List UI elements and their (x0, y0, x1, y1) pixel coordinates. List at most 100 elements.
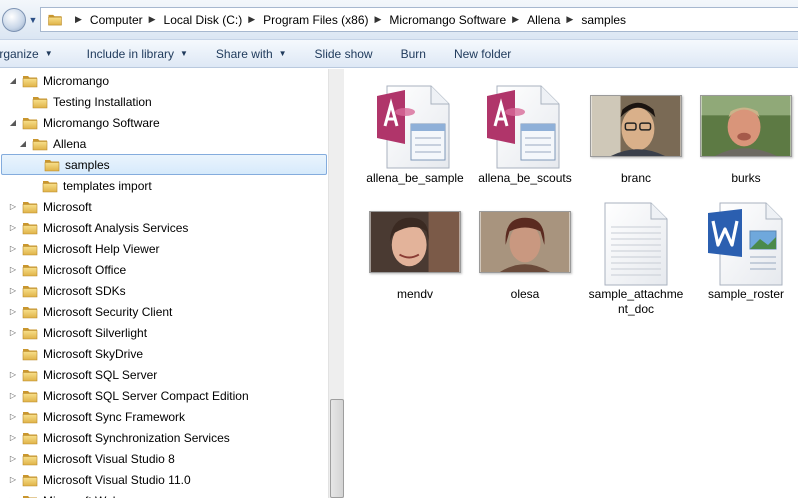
collapsed-arrow-icon[interactable]: ▷ (8, 328, 18, 337)
tree-item[interactable]: Testing Installation (0, 91, 328, 112)
tree-item-label: Micromango Software (43, 115, 160, 130)
collapsed-arrow-icon[interactable]: ▷ (8, 370, 18, 379)
collapsed-arrow-icon[interactable]: ▷ (8, 475, 18, 484)
file-item[interactable]: branc (581, 81, 691, 186)
tree-item[interactable]: ◢ Micromango Software (0, 112, 328, 133)
photo-thumbnail (479, 211, 571, 273)
tree-item[interactable]: ▷ Microsoft Office (0, 259, 328, 280)
recent-pages-dropdown-icon[interactable]: ▼ (27, 12, 39, 28)
address-bar[interactable]: ▶ Computer ▶ Local Disk (C:) ▶ Program F… (40, 7, 798, 32)
photo-thumbnail (700, 95, 792, 157)
folder-icon (22, 431, 38, 445)
access-database-icon (377, 85, 450, 169)
chevron-right-icon[interactable]: ▶ (512, 14, 519, 25)
file-item[interactable]: olesa (470, 197, 580, 302)
caret-down-icon: ▼ (180, 49, 188, 58)
breadcrumb-samples[interactable]: samples (581, 13, 626, 27)
file-name: allena_be_scouts (478, 171, 572, 185)
tree-item[interactable]: ▷ Microsoft Analysis Services (0, 217, 328, 238)
tree-item[interactable]: ▷ Microsoft SDKs (0, 280, 328, 301)
folder-icon (44, 158, 60, 172)
file-item[interactable]: sample_attachment_doc (581, 197, 691, 317)
file-item[interactable]: sample_roster (691, 197, 798, 302)
tree-item[interactable]: templates import (0, 175, 328, 196)
chevron-right-icon[interactable]: ▶ (375, 14, 382, 25)
tree-item[interactable]: ▷ Microsoft Visual Studio 11.0 (0, 469, 328, 490)
expanded-arrow-icon[interactable]: ◢ (8, 76, 18, 85)
collapsed-arrow-icon[interactable]: ▷ (8, 433, 18, 442)
tree-item[interactable]: ▷ Microsoft SQL Server Compact Edition (0, 385, 328, 406)
folder-icon (22, 494, 38, 498)
chevron-right-icon[interactable]: ▶ (566, 14, 573, 25)
tree-item[interactable]: ▷ Microsoft Help Viewer (0, 238, 328, 259)
collapsed-arrow-icon[interactable]: ▷ (8, 391, 18, 400)
collapsed-arrow-icon[interactable]: ▷ (8, 223, 18, 232)
burn-button[interactable]: Burn (387, 40, 440, 68)
tree-item[interactable]: samples (1, 154, 327, 175)
tree-item-label: Testing Installation (53, 94, 152, 109)
folder-icon (22, 473, 38, 487)
tree-item-label: Microsoft Help Viewer (43, 241, 160, 256)
file-name: burks (731, 171, 761, 185)
file-item[interactable]: burks (691, 81, 798, 186)
file-item[interactable]: allena_be_scouts (470, 81, 580, 186)
file-name: allena_be_sample (366, 171, 464, 185)
collapsed-arrow-icon[interactable]: ▷ (8, 202, 18, 211)
breadcrumb-program-files[interactable]: Program Files (x86) (263, 13, 368, 27)
slide-show-button[interactable]: Slide show (301, 40, 387, 68)
tree-item-label: Microsoft Sync Framework (43, 409, 186, 424)
expanded-arrow-icon[interactable]: ◢ (8, 118, 18, 127)
folder-icon (42, 179, 58, 193)
tree-item-label: samples (65, 157, 110, 172)
collapsed-arrow-icon[interactable]: ▷ (8, 454, 18, 463)
navigation-scrollbar[interactable] (328, 69, 344, 498)
tree-item[interactable]: Microsoft SkyDrive (0, 343, 328, 364)
tree-item[interactable]: ◢ Allena (0, 133, 328, 154)
folder-icon (22, 284, 38, 298)
new-folder-button[interactable]: New folder (440, 40, 525, 68)
tree-item-label: Microsoft Visual Studio 8 (43, 451, 175, 466)
organize-button[interactable]: Organize ▼ (0, 40, 67, 68)
tree-item[interactable]: ▷Microsoft Web (0, 490, 328, 498)
tree-item-label: Microsoft Security Client (43, 304, 173, 319)
include-in-library-label: Include in library (86, 46, 174, 61)
tree-item[interactable]: ▷ Microsoft (0, 196, 328, 217)
scrollbar-thumb[interactable] (330, 399, 344, 498)
breadcrumb-local-disk[interactable]: Local Disk (C:) (164, 13, 243, 27)
collapsed-arrow-icon[interactable]: ▷ (8, 307, 18, 316)
breadcrumb-micromango-software[interactable]: Micromango Software (389, 13, 506, 27)
photo-thumbnail (369, 211, 461, 273)
navigation-pane[interactable]: ◢ Micromango Testing Installation ◢ Microman… (0, 69, 344, 498)
tree-item[interactable]: ▷ Microsoft Sync Framework (0, 406, 328, 427)
include-in-library-button[interactable]: Include in library ▼ (73, 40, 202, 68)
breadcrumb-computer[interactable]: Computer (90, 13, 143, 27)
breadcrumb-allena[interactable]: Allena (527, 13, 560, 27)
expanded-arrow-icon[interactable]: ◢ (18, 139, 28, 148)
tree-item-label: templates import (63, 178, 152, 193)
folder-icon (22, 74, 38, 88)
tree-item-label: Microsoft Analysis Services (43, 220, 189, 235)
share-with-button[interactable]: Share with ▼ (202, 40, 301, 68)
tree-item[interactable]: ▷ Microsoft Visual Studio 8 (0, 448, 328, 469)
collapsed-arrow-icon[interactable]: ▷ (8, 286, 18, 295)
collapsed-arrow-icon[interactable]: ▷ (8, 412, 18, 421)
file-list-pane[interactable]: allena_be_sample allena_be_scouts branc … (345, 69, 798, 498)
file-item[interactable]: mendv (360, 197, 470, 302)
caret-down-icon: ▼ (278, 49, 287, 58)
tree-item-label: Microsoft SQL Server (43, 367, 158, 382)
tree-item[interactable]: ▷ Microsoft SQL Server (0, 364, 328, 385)
tree-item-label: Microsoft Office (43, 262, 127, 277)
tree-item[interactable]: ▷ Microsoft Silverlight (0, 322, 328, 343)
collapsed-arrow-icon[interactable]: ▷ (8, 244, 18, 253)
chevron-right-icon[interactable]: ▶ (248, 14, 255, 25)
chevron-right-icon[interactable]: ▶ (75, 14, 82, 25)
back-forward-orb[interactable] (2, 8, 26, 32)
tree-item-label: Micromango (43, 73, 110, 88)
tree-item[interactable]: ▷ Microsoft Security Client (0, 301, 328, 322)
chevron-right-icon[interactable]: ▶ (149, 14, 156, 25)
tree-item[interactable]: ◢ Micromango (0, 70, 328, 91)
tree-item-label: Microsoft SkyDrive (43, 346, 144, 361)
file-item[interactable]: allena_be_sample (360, 81, 470, 186)
tree-item[interactable]: ▷ Microsoft Synchronization Services (0, 427, 328, 448)
collapsed-arrow-icon[interactable]: ▷ (8, 265, 18, 274)
